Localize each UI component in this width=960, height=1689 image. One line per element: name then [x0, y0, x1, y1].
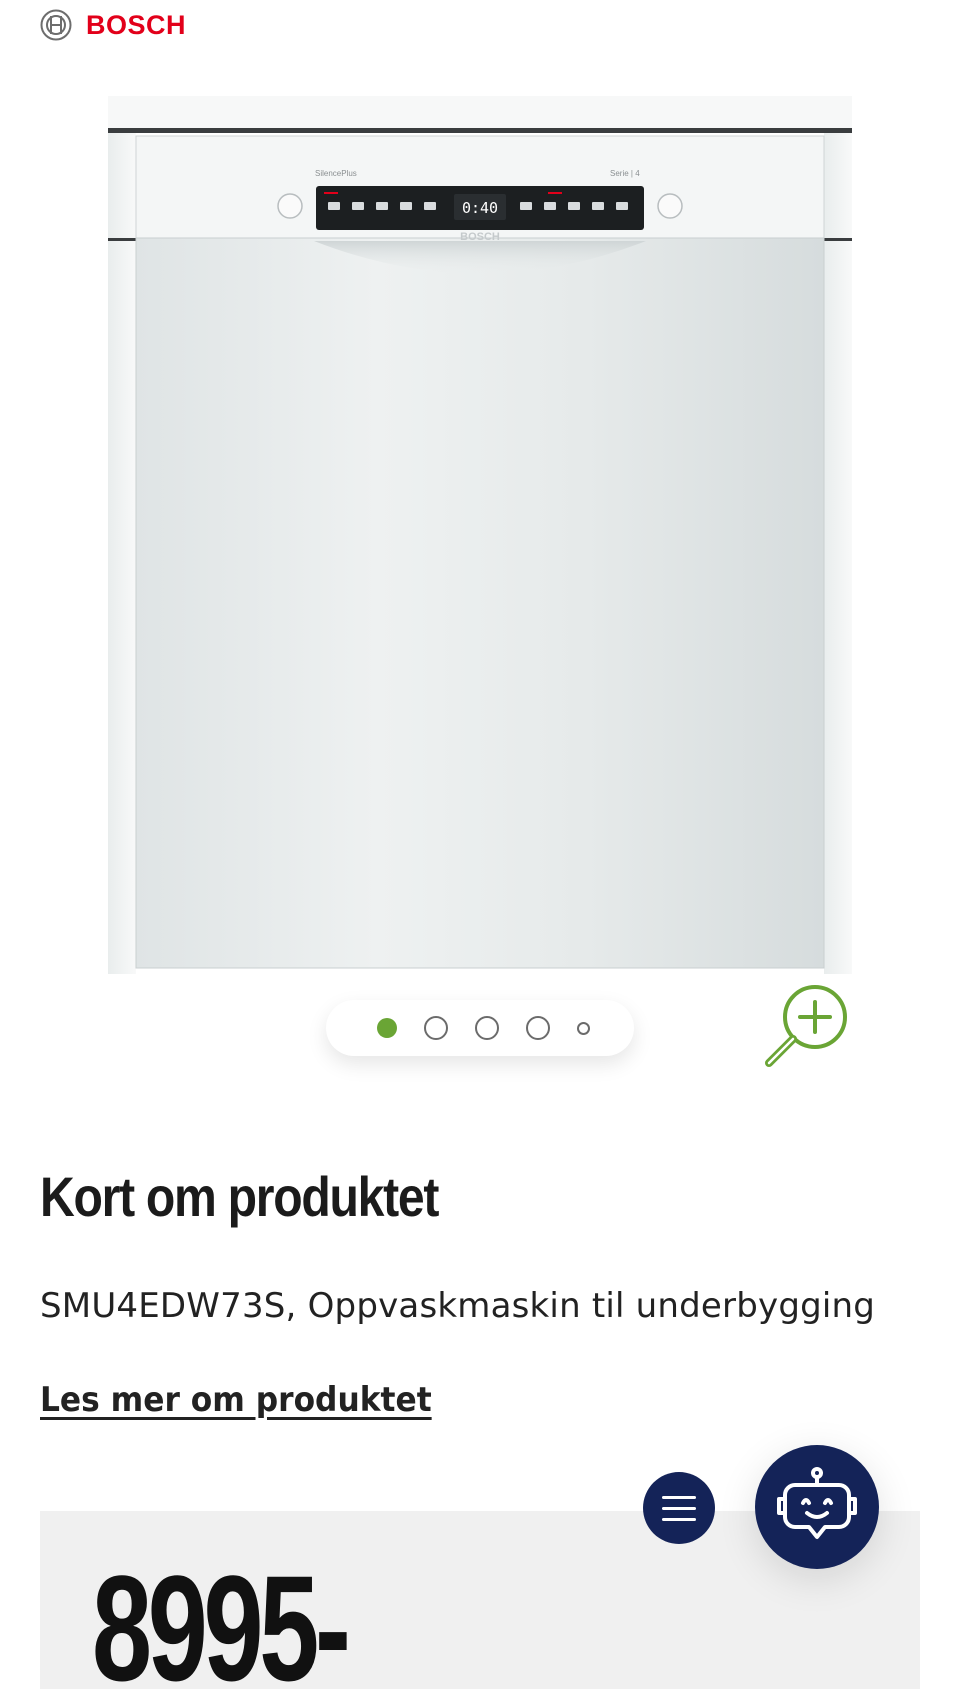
chatbot-robot-icon — [777, 1467, 857, 1539]
carousel-dot-2[interactable] — [423, 1016, 448, 1040]
zoom-in-icon — [765, 985, 847, 1067]
menu-button[interactable] — [643, 1472, 715, 1544]
carousel-dot-3[interactable] — [474, 1016, 499, 1040]
svg-text:BOSCH: BOSCH — [460, 231, 500, 243]
svg-text:SilencePlus: SilencePlus — [315, 169, 357, 178]
svg-text:Serie | 4: Serie | 4 — [610, 169, 640, 178]
image-carousel-pagination — [326, 1000, 634, 1056]
zoom-button[interactable] — [760, 980, 852, 1072]
chat-assistant-button[interactable] — [755, 1445, 879, 1569]
hamburger-line — [662, 1506, 696, 1510]
section-title: Kort om produktet — [40, 1165, 439, 1228]
brand-name: BOSCH — [86, 9, 187, 40]
product-price: 8995- — [92, 1544, 351, 1689]
product-description: SMU4EDW73S, Oppvaskmaskin til underbyggi… — [40, 1286, 876, 1326]
read-more-link[interactable]: Les mer om produktet — [40, 1380, 432, 1420]
carousel-dot-1[interactable] — [376, 1018, 397, 1038]
carousel-dot-4[interactable] — [525, 1016, 550, 1040]
hamburger-menu-icon — [662, 1495, 696, 1499]
carousel-dot-5[interactable] — [576, 1021, 590, 1035]
svg-text:0:40: 0:40 — [462, 199, 498, 217]
hamburger-line — [662, 1517, 696, 1521]
product-image[interactable]: SilencePlus Serie | 4 0:40 BOSCH — [108, 96, 852, 974]
brand-logo[interactable]: BOSCH — [40, 8, 186, 42]
bosch-armature-icon — [40, 9, 72, 41]
